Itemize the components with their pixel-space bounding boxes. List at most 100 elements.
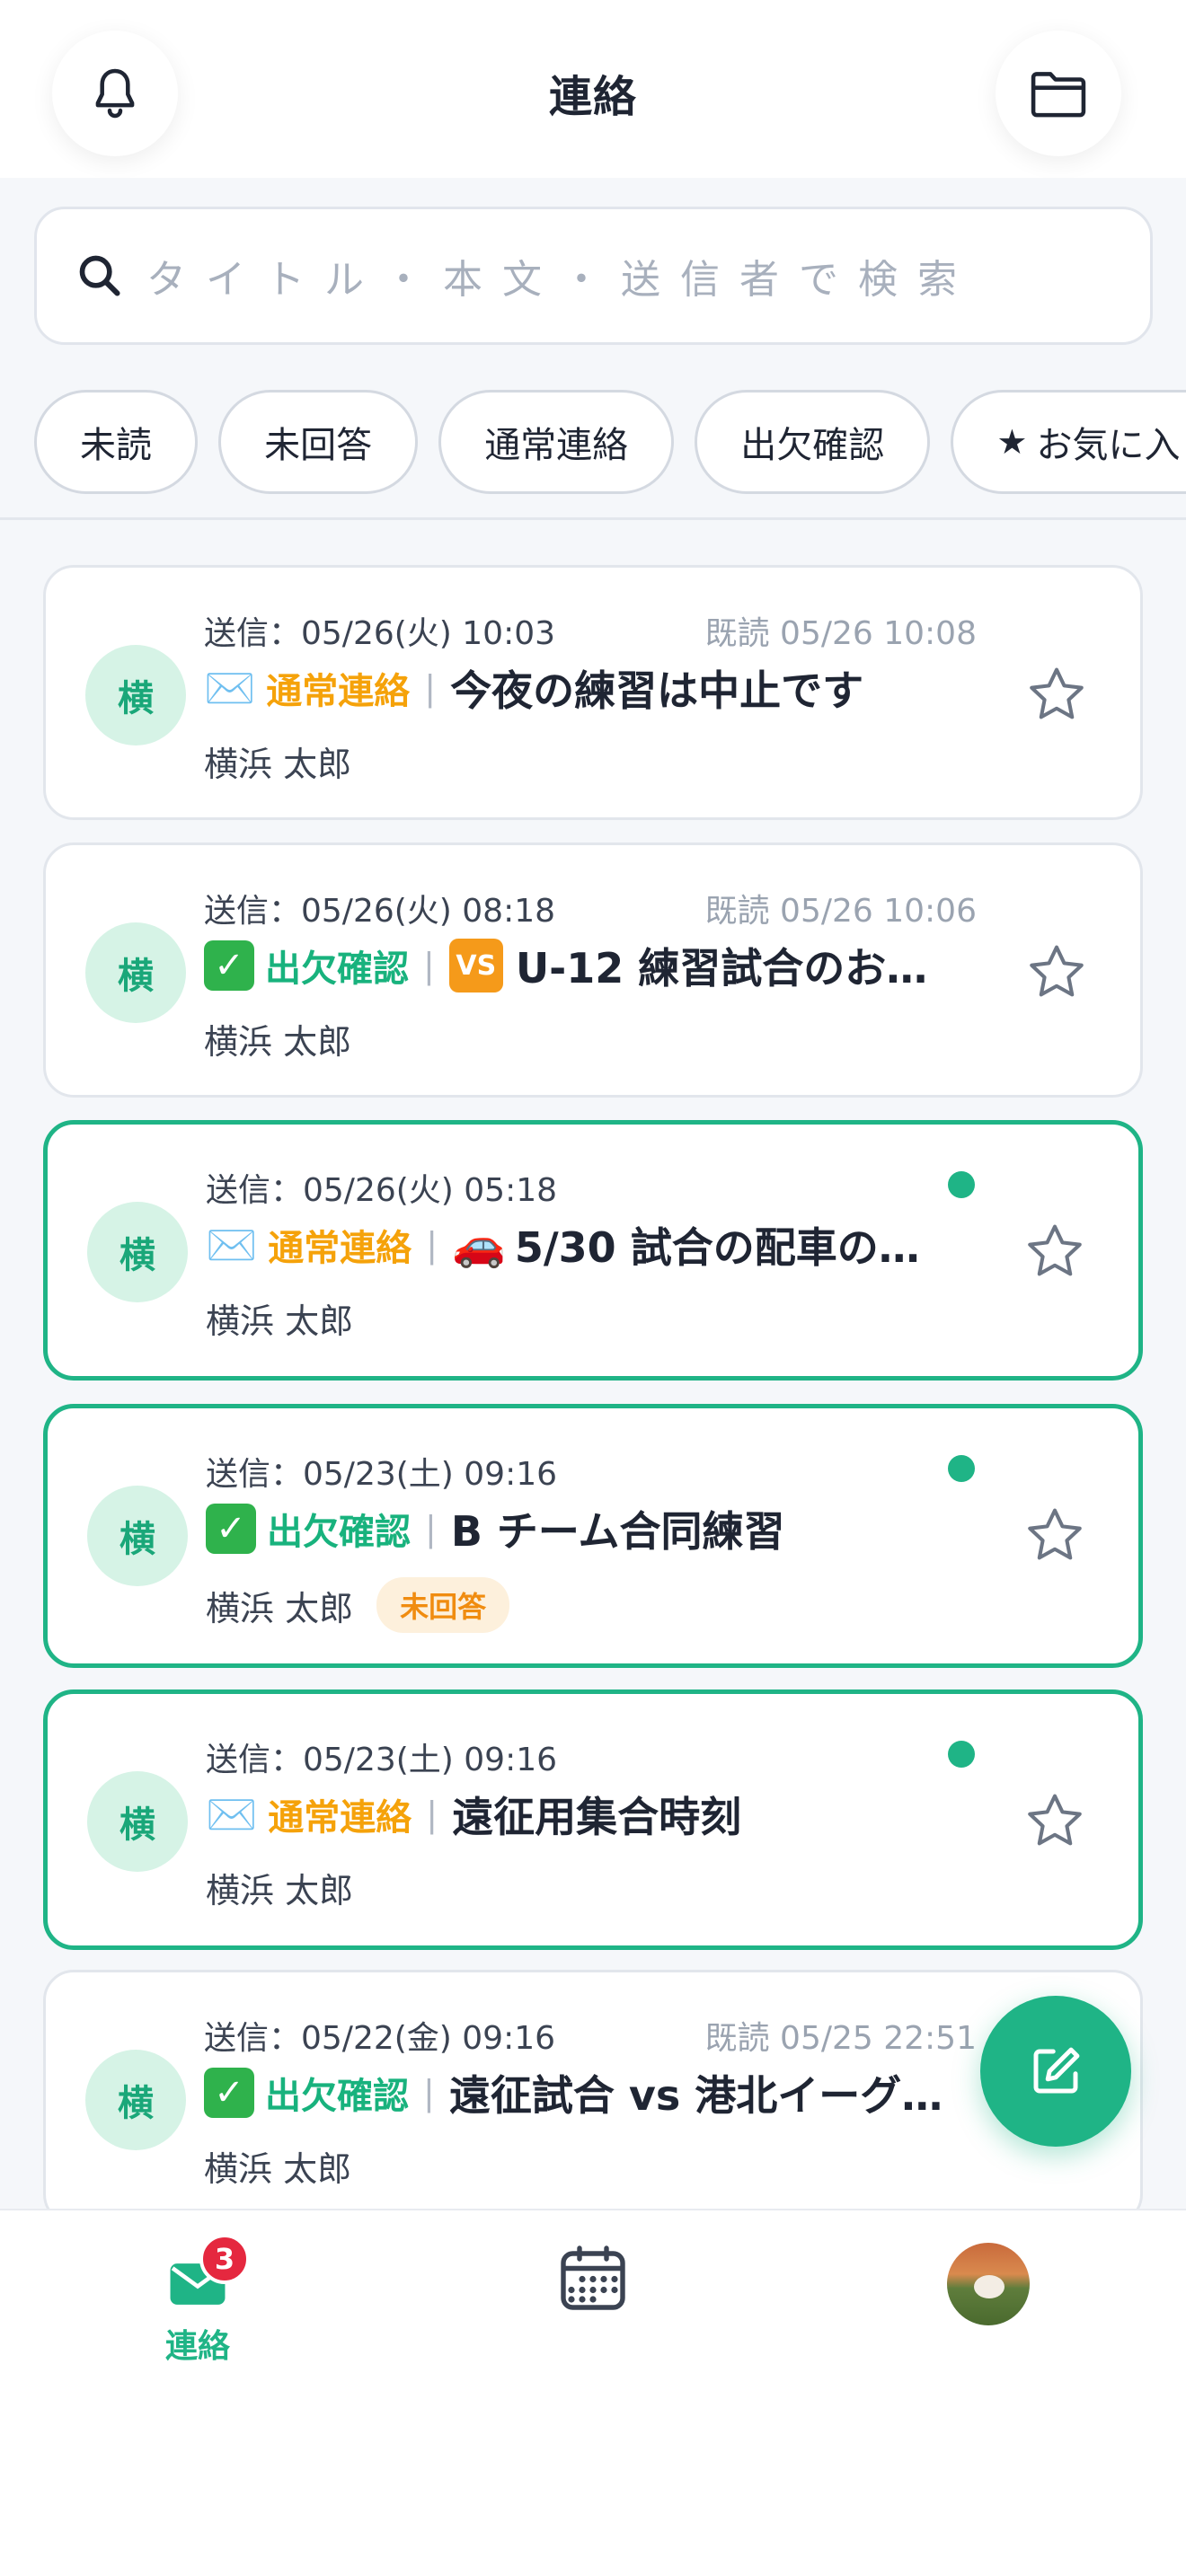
star-icon[interactable] [1025,663,1088,726]
message-title-row: ✉️ 通常連絡 | 今夜の練習は中止です [204,659,1013,717]
search-input[interactable]: タイトル・本文・送信者で検索 [34,207,1153,345]
filter-unread[interactable]: 未読 [34,390,198,494]
sender-avatar: 横 [85,2050,186,2150]
message-title: 5/30 試合の配車の… [514,1223,920,1272]
baseball-image [974,2275,1005,2298]
compose-icon [1033,2047,1080,2094]
sender-name-text: 横浜 太郎 [204,1022,352,1062]
unread-dot [948,1741,975,1768]
separator: | [423,946,435,985]
read-status: 既読 05/26 10:08 [704,615,977,652]
sender-name: 横浜 太郎 [206,1293,353,1343]
sender-name: 横浜 太郎 [206,1863,353,1912]
folder-icon [1031,72,1086,118]
message-title-row: ✉️ 通常連絡 | 遠征用集合時刻 [206,1786,1014,1843]
app-header: 連絡 [0,0,1186,178]
sent-time: 送信：05/26(火) 10:03 [204,615,556,652]
filter-attendance[interactable]: 出欠確認 [695,390,931,494]
star-icon[interactable] [1023,1220,1086,1283]
calendar-icon [561,2245,625,2310]
sent-time: 送信：05/26(火) 05:18 [206,1172,558,1209]
sent-time: 送信：05/22(金) 09:16 [204,2020,556,2057]
star-icon: ★ [996,422,1028,462]
unread-count-badge: 3 [199,2234,250,2284]
message-title-row: ✓ 出欠確認 | VS U-12 練習試合のお… [204,937,1013,994]
filter-unanswered[interactable]: 未回答 [218,390,419,494]
separator: | [423,2073,435,2113]
category-label: 出欠確認 [265,2076,409,2117]
category-label: 通常連絡 [268,1228,412,1269]
message-title-row: ✓ 出欠確認 | 遠征試合 vs 港北イーグ… [204,2064,1013,2122]
nav-contact-label: 連絡 [164,2328,230,2365]
sender-name-text: 横浜 太郎 [206,1301,354,1341]
message-title: 遠征用集合時刻 [452,1793,742,1841]
filter-normal[interactable]: 通常連絡 [438,390,675,494]
filter-favorites[interactable]: ★ お気に入り [951,390,1186,494]
read-status: 既読 05/26 10:06 [704,893,977,930]
star-icon[interactable] [1025,940,1088,1003]
separator: | [424,668,437,708]
star-icon[interactable] [1023,1504,1086,1566]
filter-label: 出欠確認 [740,425,885,466]
sender-name-text: 横浜 太郎 [206,1588,354,1628]
checkmark-icon: ✓ [204,940,254,991]
search-placeholder: タイトル・本文・送信者で検索 [146,257,977,303]
message-card-unread[interactable]: 横 送信：05/23(土) 09:16 ✉️ 通常連絡 | 遠征用集合時刻 横浜… [43,1689,1143,1950]
separator: | [425,1509,437,1548]
sent-time: 送信：05/23(土) 09:16 [206,1456,558,1493]
sender-name-text: 横浜 太郎 [206,1871,354,1910]
search-icon [79,255,120,296]
message-title-row: ✓ 出欠確認 | B チーム合同練習 [206,1500,1014,1557]
filter-label: 未読 [80,425,152,466]
message-title: 今夜の練習は中止です [450,666,864,715]
sender-avatar: 横 [85,922,186,1023]
message-card[interactable]: 横 送信：05/26(火) 08:18 既読 05/26 10:06 ✓ 出欠確… [43,842,1143,1098]
bottom-nav: 3 連絡 [0,2209,1186,2576]
sender-avatar: 横 [87,1771,188,1872]
unread-dot [948,1171,975,1198]
sender-name: 横浜 太郎 [204,737,351,786]
sender-avatar: 横 [87,1486,188,1586]
nav-contact[interactable]: 3 連絡 [135,2234,261,2367]
message-title: U-12 練習試合のお… [515,944,928,992]
read-status: 既読 05/25 22:51 [704,2020,977,2057]
message-card[interactable]: 横 送信：05/26(火) 10:03 既読 05/26 10:08 ✉️ 通常… [43,565,1143,820]
message-card-unread[interactable]: 横 送信：05/23(土) 09:16 ✓ 出欠確認 | B チーム合同練習 横… [43,1404,1143,1668]
filter-chips: 未読 未回答 通常連絡 出欠確認 ★ お気に入り [34,390,1186,496]
folder-button[interactable] [996,31,1121,156]
compose-button[interactable] [980,1996,1131,2147]
checkmark-icon: ✓ [204,2068,254,2118]
message-card[interactable]: 横 送信：05/22(金) 09:16 既読 05/25 22:51 ✓ 出欠確… [43,1970,1143,2209]
sender-avatar: 横 [85,645,186,745]
sender-name: 横浜 太郎 未回答 [206,1577,510,1633]
filter-label: 通常連絡 [484,425,629,466]
category-label: 通常連絡 [268,1797,412,1839]
separator: | [426,1795,438,1834]
message-list: 横 送信：05/26(火) 10:03 既読 05/26 10:08 ✉️ 通常… [0,520,1186,2209]
nav-calendar[interactable] [530,2243,656,2313]
nav-profile[interactable] [925,2243,1051,2325]
category-label: 出欠確認 [265,948,409,990]
separator: | [426,1225,438,1265]
car-icon: 🚗 [452,1220,506,1270]
sender-name: 横浜 太郎 [204,1014,351,1063]
filter-label: 未回答 [264,425,373,466]
envelope-icon: ✉️ [206,1221,258,1269]
sender-name-text: 横浜 太郎 [204,2149,352,2189]
sender-name: 横浜 太郎 [204,2141,351,2191]
profile-avatar [947,2243,1030,2325]
envelope-icon: ✉️ [206,1790,258,1839]
sender-name-text: 横浜 太郎 [204,745,352,784]
message-card-unread[interactable]: 横 送信：05/26(火) 05:18 ✉️ 通常連絡 | 🚗 5/30 試合の… [43,1120,1143,1381]
vs-icon: VS [448,939,503,992]
unanswered-badge: 未回答 [376,1577,510,1633]
nav-icon-wrap: 3 [135,2234,261,2307]
sent-time: 送信：05/26(火) 08:18 [204,893,556,930]
message-title-row: ✉️ 通常連絡 | 🚗 5/30 試合の配車の… [206,1216,1014,1274]
star-icon[interactable] [1023,1789,1086,1852]
category-label: 通常連絡 [266,671,411,712]
filter-label: お気に入り [1036,425,1186,466]
sent-time: 送信：05/23(土) 09:16 [206,1742,558,1778]
envelope-icon: ✉️ [204,664,256,712]
category-label: 出欠確認 [267,1512,411,1553]
